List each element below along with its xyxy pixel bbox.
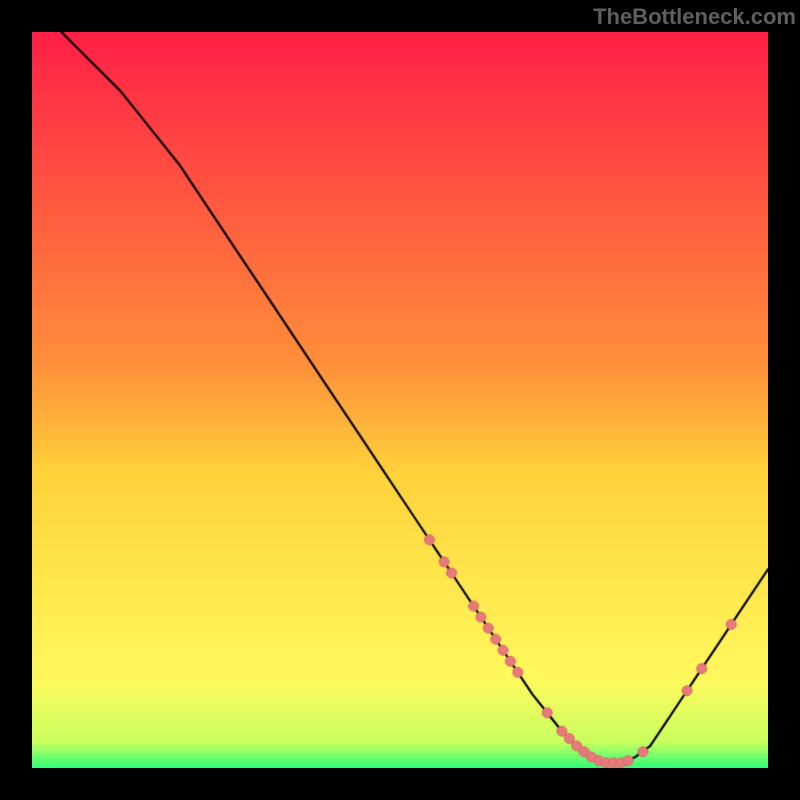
bottleneck-chart (32, 32, 768, 768)
watermark-text: TheBottleneck.com (593, 4, 796, 30)
